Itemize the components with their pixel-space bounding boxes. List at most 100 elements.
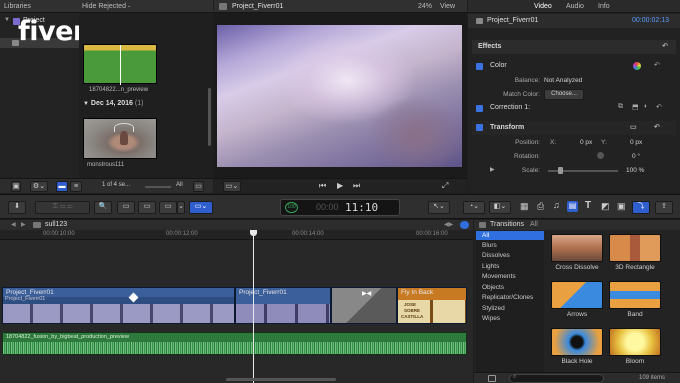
timeline-clip-project-2[interactable]: Project_Fiverr01 xyxy=(235,287,331,324)
connect-clip-button[interactable]: ▭ xyxy=(117,201,135,214)
hide-rejected-filter[interactable]: Hide Rejected xyxy=(82,0,126,13)
video-frame[interactable] xyxy=(217,25,462,167)
category-wipes[interactable]: Wipes xyxy=(482,315,500,322)
tab-audio[interactable]: Audio xyxy=(566,0,584,13)
timeline-nav-icon[interactable]: ◀▶ xyxy=(444,221,453,228)
transform-onscreen-icon[interactable]: ▭ xyxy=(630,121,637,135)
category-lights[interactable]: Lights xyxy=(482,263,499,270)
timeline-clip-fly-in-back[interactable]: Fly In Back JOSE SOBRE CASTILLA xyxy=(397,287,467,324)
clip-appearance-button[interactable]: ▭ xyxy=(193,181,204,192)
titles-icon[interactable]: T xyxy=(585,200,591,211)
y-value[interactable]: 0 px xyxy=(630,139,642,146)
category-objects[interactable]: Objects xyxy=(482,284,504,291)
color-board-button[interactable]: ◧⌄ xyxy=(489,201,511,214)
filter-dropdown-icon[interactable]: ⌄ xyxy=(127,0,131,13)
date-group[interactable]: ▼ Dec 14, 2016 (1) xyxy=(83,100,143,107)
playhead-handle[interactable] xyxy=(250,230,257,236)
timeline-index-icon[interactable] xyxy=(460,221,469,229)
insert-clip-button[interactable]: ▭ xyxy=(138,201,156,214)
reset-icon[interactable]: ↶ xyxy=(656,103,662,111)
edit-dropdown-button[interactable]: ⌄ xyxy=(177,201,185,214)
shape-mask-icon[interactable]: ⬒ xyxy=(632,103,639,111)
transition-band[interactable]: Band xyxy=(609,281,661,318)
inspector-toggle-button[interactable]: ⤵ xyxy=(632,201,650,214)
scale-slider-knob[interactable] xyxy=(558,167,563,174)
import-button[interactable]: ⬇ xyxy=(8,201,26,214)
view-menu[interactable]: View xyxy=(440,0,455,13)
share-button[interactable]: ⇪ xyxy=(655,201,673,214)
reset-icon[interactable]: ↶ xyxy=(662,40,668,54)
transition-3d-rectangle[interactable]: 3D Rectangle xyxy=(609,234,661,271)
analyze-button[interactable]: 🔍 xyxy=(94,201,112,214)
effects-browser-icon[interactable]: ▦ xyxy=(520,201,529,212)
transition-arrows[interactable]: Arrows xyxy=(551,281,603,318)
correction-enable-checkbox[interactable] xyxy=(476,105,483,112)
timeline-scrollbar[interactable] xyxy=(226,378,336,381)
timeline-ruler[interactable]: 00:00:10:00 00:00:12:00 00:00:14:00 00:0… xyxy=(0,230,473,240)
category-stylized[interactable]: Stylized xyxy=(482,305,505,312)
rotation-dial[interactable] xyxy=(596,151,605,160)
timeline-clip-project-1[interactable]: Project_Fiverr01 Project_Fiverr01 xyxy=(2,287,235,324)
previous-frame-icon[interactable]: ⏮ xyxy=(319,181,326,191)
retime-button[interactable]: ◔⌄ xyxy=(463,201,485,214)
clip-video-audio-button[interactable]: ▭⌄ xyxy=(189,201,213,214)
category-blurs[interactable]: Blurs xyxy=(482,242,497,249)
color-mask-icon[interactable]: ◐ xyxy=(644,103,648,110)
color-enable-checkbox[interactable] xyxy=(476,63,483,70)
transition-bloom[interactable]: Bloom xyxy=(609,328,661,365)
next-frame-icon[interactable]: ⏭ xyxy=(353,181,360,191)
category-replicator[interactable]: Replicator/Clones xyxy=(482,294,533,301)
category-dissolves[interactable]: Dissolves xyxy=(482,252,510,259)
themes-icon[interactable]: ▣ xyxy=(617,201,626,212)
transition-cross-dissolve[interactable]: Cross Dissolve xyxy=(551,234,603,271)
playhead[interactable] xyxy=(250,230,257,383)
color-board-icon[interactable] xyxy=(633,62,641,70)
category-movements[interactable]: Movements xyxy=(482,273,516,280)
clip-thumbnail-1[interactable] xyxy=(83,44,157,85)
filmstrip-view-button[interactable]: ▬ xyxy=(56,181,68,192)
color-effect-row[interactable]: Color ↶ xyxy=(472,61,676,73)
forward-icon[interactable]: ▶ xyxy=(21,221,26,228)
transition-black-hole[interactable]: Black Hole xyxy=(551,328,603,365)
transitions-browser-icon[interactable]: ▤ xyxy=(567,201,578,212)
zoom-level[interactable]: 24% xyxy=(418,0,432,13)
disclosure-icon[interactable]: ▼ xyxy=(4,17,10,23)
correction-row[interactable]: Correction 1: ⧉ ⬒ ◐ ↶ xyxy=(472,103,676,115)
tools-button[interactable]: ↖⌄ xyxy=(428,201,450,214)
camera-icon[interactable]: ⎙ xyxy=(537,201,544,212)
transitions-search-input[interactable]: ⌕ xyxy=(509,374,604,383)
timeline-transition[interactable]: ▶◀ xyxy=(331,287,397,324)
clip-thumbnail-2[interactable] xyxy=(83,118,157,159)
back-icon[interactable]: ◀ xyxy=(11,221,16,228)
play-icon[interactable]: ▶ xyxy=(337,181,343,190)
background-tasks-icon[interactable]: 100 xyxy=(285,202,298,213)
scale-value[interactable]: 100 % xyxy=(626,167,644,174)
music-icon[interactable]: ♫ xyxy=(553,200,560,210)
sidebar-toggle-icon[interactable] xyxy=(488,375,496,382)
zoom-slider[interactable] xyxy=(145,186,171,188)
generators-icon[interactable]: ◩ xyxy=(601,201,610,212)
append-clip-button[interactable]: ▭ xyxy=(159,201,177,214)
match-color-choose-button[interactable]: Choose... xyxy=(544,89,584,100)
all-filter[interactable]: All xyxy=(176,182,183,188)
list-view-button[interactable]: ≡ xyxy=(70,181,82,192)
viewer-options-button[interactable]: ▭⌄ xyxy=(223,181,241,192)
scale-slider[interactable] xyxy=(548,167,618,174)
transitions-filter[interactable]: All xyxy=(530,221,538,228)
rotation-value[interactable]: 0 ° xyxy=(632,153,640,160)
reset-icon[interactable]: ↶ xyxy=(654,121,660,135)
reset-icon[interactable]: ↶ xyxy=(654,61,660,69)
transform-section[interactable]: Transform ▭ ↶ xyxy=(472,121,676,135)
timeline-audio-clip[interactable]: 18704822_fusion_by_bigbeat_production_pr… xyxy=(2,332,467,355)
library-toggle-button[interactable]: ▣ xyxy=(11,181,21,192)
disclosure-icon[interactable]: ▼ xyxy=(83,101,89,107)
category-all[interactable]: All xyxy=(482,232,489,239)
keyword-button[interactable]: ⚿ ▭ ▭ xyxy=(35,201,90,214)
timecode-display[interactable]: 100 00:00 11:10 xyxy=(280,199,400,216)
x-value[interactable]: 0 px xyxy=(580,139,592,146)
tab-video[interactable]: Video xyxy=(534,0,552,13)
tab-info[interactable]: Info xyxy=(598,0,610,13)
settings-gear-button[interactable]: ⚙⌄ xyxy=(30,181,48,192)
fullscreen-icon[interactable]: ⤢ xyxy=(442,181,448,191)
browser-scrollbar[interactable] xyxy=(208,88,211,146)
